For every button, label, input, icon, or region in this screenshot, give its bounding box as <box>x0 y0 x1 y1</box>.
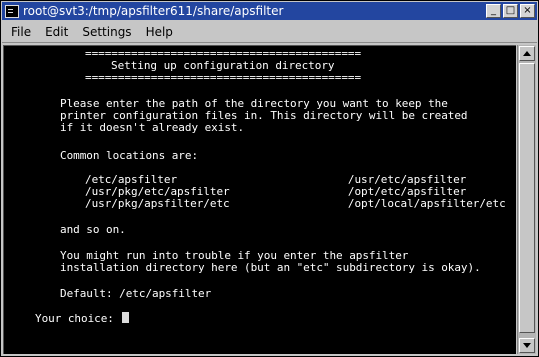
menu-help[interactable]: Help <box>139 25 180 39</box>
window-title: root@svt3:/tmp/apsfilter611/share/apsfil… <box>23 4 284 18</box>
close-button[interactable]: × <box>520 4 535 18</box>
terminal-line-choice-prompt[interactable]: Your choice: <box>35 312 130 325</box>
terminal-output[interactable]: ========================================… <box>3 45 516 354</box>
scroll-down-button[interactable] <box>519 338 535 353</box>
menu-settings[interactable]: Settings <box>75 25 138 39</box>
scrollbar-thumb[interactable] <box>519 63 535 333</box>
menu-bar: File Edit Settings Help <box>2 21 537 43</box>
scroll-up-arrow-icon <box>523 51 531 56</box>
maximize-button[interactable]: □ <box>503 4 518 18</box>
terminal-line-location-row-3: /usr/pkg/apsfilter/etc /opt/local/apsfil… <box>85 197 506 210</box>
terminal-line-default: Default: /etc/apsfilter <box>60 287 212 300</box>
scroll-up-button[interactable] <box>519 46 535 61</box>
terminal-icon[interactable] <box>5 4 19 18</box>
menu-file[interactable]: File <box>2 25 38 39</box>
terminal-line-locations-label: Common locations are: <box>60 149 199 162</box>
terminal-line-prompt-3: if it doesn't already exist. <box>60 121 245 134</box>
scroll-down-arrow-icon <box>523 343 531 348</box>
menu-edit[interactable]: Edit <box>38 25 75 39</box>
terminal-window: root@svt3:/tmp/apsfilter611/share/apsfil… <box>0 0 539 357</box>
choice-prompt-text: Your choice: <box>35 312 121 325</box>
terminal-line-and-so-on: and so on. <box>60 223 126 236</box>
minimize-button[interactable]: _ <box>486 4 501 18</box>
vertical-scrollbar[interactable] <box>517 45 536 354</box>
terminal-line-rule-bottom: ========================================… <box>85 71 362 84</box>
title-bar[interactable]: root@svt3:/tmp/apsfilter611/share/apsfil… <box>2 2 537 20</box>
terminal-line-warning-2: installation directory here (but an "etc… <box>60 261 481 274</box>
text-cursor <box>122 312 130 323</box>
